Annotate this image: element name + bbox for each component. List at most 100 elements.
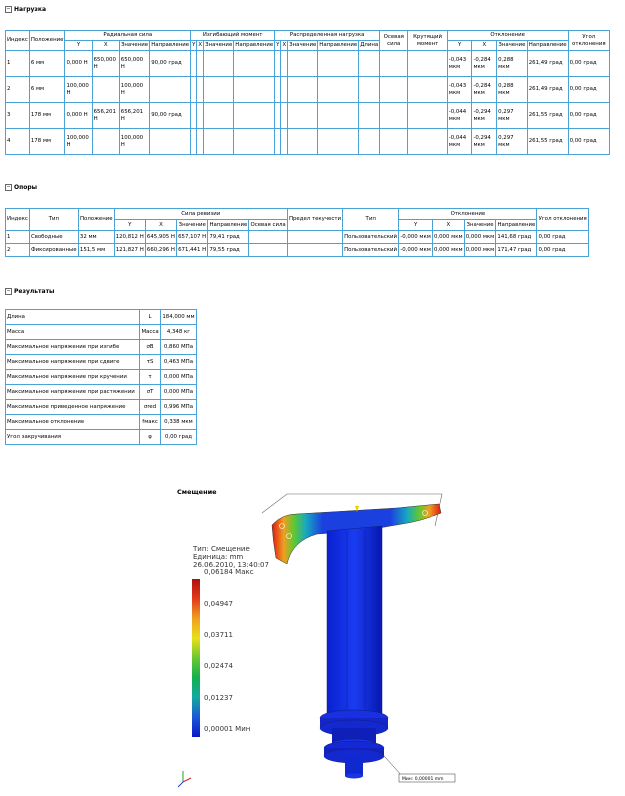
- sub-value: Значение: [176, 219, 209, 231]
- table-cell: 261,49 град: [526, 50, 569, 77]
- sub-direction: Направление: [526, 40, 569, 51]
- results-table: Длина L 184,000 мм Масса Масса 4,348 кг Максим…: [4, 309, 198, 445]
- sub-direction: Направление: [317, 40, 360, 51]
- col-index: Индекс: [5, 208, 30, 231]
- min-leader-line: [376, 747, 403, 777]
- table-cell: 2: [5, 76, 30, 103]
- table-cell: Пользовательский: [342, 243, 400, 257]
- col-deflection: Отклонение: [446, 30, 569, 41]
- table-cell: 0,297 мкм: [496, 102, 528, 129]
- table-cell: [233, 128, 276, 155]
- table-cell: [203, 102, 235, 129]
- section-title: Нагрузка: [14, 6, 47, 13]
- table-row: 1 Свободные 32 мм 120,812 Н 645,905 Н 657,107…: [5, 230, 589, 244]
- section-title: Опоры: [14, 184, 38, 191]
- table-row: 4 178 мм 100,000 Н 100,000 Н -0,044 мкм -0,29…: [5, 128, 611, 155]
- col-position: Положение: [28, 30, 66, 51]
- collapse-icon[interactable]: −: [5, 184, 12, 191]
- table-cell: [196, 76, 205, 103]
- result-name: Масса: [4, 324, 141, 340]
- table-cell: [287, 128, 319, 155]
- col-axial: Осевая сила: [379, 30, 409, 51]
- table-cell: [233, 102, 276, 129]
- table-cell: 656,201 Н: [118, 102, 151, 129]
- table-cell: 656,201 Н: [91, 102, 120, 129]
- supports-table: Индекс Тип Положение Сила ревизии Предел…: [5, 208, 589, 257]
- col-deflection: Отклонение: [398, 208, 538, 220]
- table-cell: [233, 50, 276, 77]
- sub-x: X: [144, 219, 178, 231]
- section-results-header[interactable]: − Результаты: [5, 288, 54, 295]
- table-cell: [248, 243, 288, 257]
- result-name: Длина: [4, 309, 141, 325]
- result-name: Максимальное напряжение при растяжении: [4, 384, 141, 400]
- result-sym: σT: [139, 384, 161, 400]
- result-value: 0,000 МПа: [159, 384, 198, 400]
- table-cell: -0,043 мкм: [446, 76, 473, 103]
- sub-y: Y: [398, 219, 433, 231]
- table-cell: -0,044 мкм: [446, 128, 473, 155]
- table-cell: [149, 128, 192, 155]
- result-sym: τ: [139, 369, 161, 385]
- sub-x: X: [471, 40, 498, 51]
- table-cell: [149, 76, 192, 103]
- table-cell: -0,043 мкм: [446, 50, 473, 77]
- displacement-plot[interactable]: Мин: 0,00001 mm: [177, 486, 467, 792]
- sub-direction: Направление: [207, 219, 250, 231]
- table-cell: [379, 50, 409, 77]
- table-cell: [196, 50, 205, 77]
- result-row: Максимальное напряжение при кручении τ 0,0…: [4, 369, 198, 385]
- table-cell: 151,5 мм: [77, 243, 115, 257]
- result-sym: σred: [139, 399, 161, 415]
- table-cell: 100,000 Н: [118, 76, 151, 103]
- table-cell: 261,55 град: [526, 128, 569, 155]
- sub-y: Y: [64, 40, 93, 51]
- col-type: Тип: [28, 208, 79, 231]
- col-reaction: Сила ревизии: [113, 208, 288, 220]
- collapse-icon[interactable]: −: [5, 6, 12, 13]
- collapse-icon[interactable]: −: [5, 288, 12, 295]
- table-row: 2 Фиксированные 151,5 мм 121,827 Н 660,296 Н…: [5, 243, 589, 257]
- table-cell: [407, 128, 448, 155]
- table-cell: [196, 128, 205, 155]
- table-cell: -0,000 мкм: [398, 230, 433, 244]
- table-cell: [91, 76, 120, 103]
- result-sym: Масса: [139, 324, 161, 340]
- table-cell: 32 мм: [77, 230, 115, 244]
- table-cell: 90,00 град: [149, 102, 192, 129]
- table-cell: 0,00 град: [536, 230, 589, 244]
- table-cell: [280, 76, 289, 103]
- axis-triad-icon: [177, 771, 192, 788]
- table-cell: [280, 128, 289, 155]
- min-tag-label: Мин: 0,00001 mm: [402, 776, 444, 782]
- table-cell: Свободные: [28, 230, 79, 244]
- section-title: Результаты: [14, 288, 55, 295]
- result-sym: L: [139, 309, 161, 325]
- table-cell: -0,294 мкм: [471, 128, 498, 155]
- col-distributed: Распределенная нагрузка: [274, 30, 381, 41]
- result-row: Максимальное напряжение при сдвиге τS 0,46…: [4, 354, 198, 370]
- table-cell: 178 мм: [28, 102, 66, 129]
- result-sym: φ: [139, 429, 161, 445]
- table-cell: 0,000 мкм: [431, 230, 465, 244]
- table-cell: [317, 128, 360, 155]
- sub-value: Значение: [463, 219, 497, 231]
- table-cell: [286, 230, 344, 244]
- col-index: Индекс: [5, 30, 30, 51]
- pin: [345, 773, 363, 779]
- table-cell: 121,827 Н: [113, 243, 146, 257]
- table-cell: -0,044 мкм: [446, 102, 473, 129]
- sub-x: X: [431, 219, 465, 231]
- result-value: 0,860 МПа: [159, 339, 198, 355]
- table-row: 26 мм 100,000 Н 100,000 Н -0,043 мкм -0,284 …: [5, 76, 611, 103]
- section-loads-header[interactable]: − Нагрузка: [5, 6, 46, 13]
- result-value: 0,000 МПа: [159, 369, 198, 385]
- table-cell: [280, 50, 289, 77]
- table-cell: 0,288 мкм: [496, 50, 528, 77]
- table-cell: 671,441 Н: [176, 243, 209, 257]
- table-cell: 6 мм: [28, 50, 66, 77]
- result-value: 0,338 мкм: [159, 414, 198, 430]
- table-cell: 120,812 Н: [113, 230, 146, 244]
- result-row: Максимальное напряжение при изгибе σB 0,86…: [4, 339, 198, 355]
- section-supports-header[interactable]: − Опоры: [5, 184, 37, 191]
